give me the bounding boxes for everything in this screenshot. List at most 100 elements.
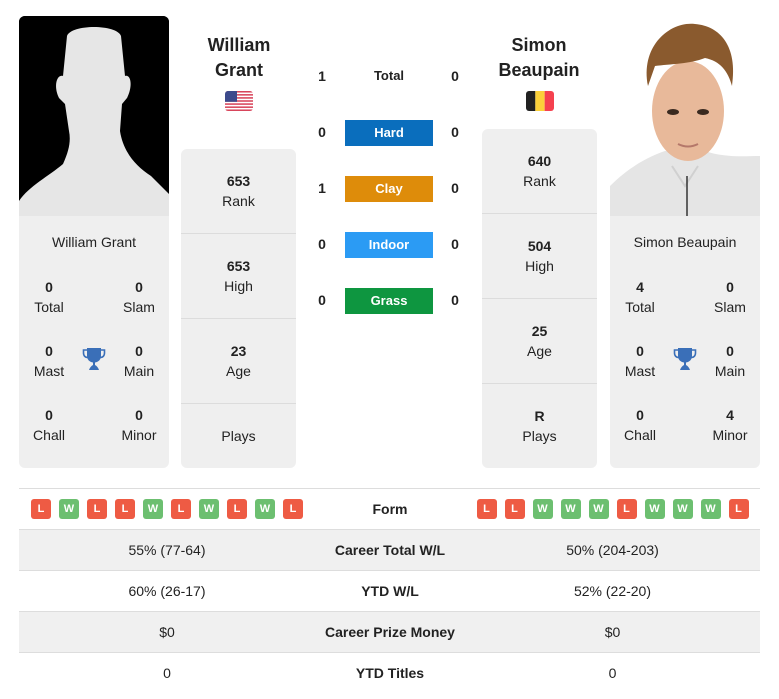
form-win-badge[interactable]: W [560,499,581,519]
titles-mast: 0 Mast [610,341,670,381]
h2h-grass-right: 0 [451,292,459,308]
player-left-stats-card: 653 Rank 653 High 23 Age Plays [181,149,296,468]
stat-age: 25 Age [482,299,597,384]
player-right-summary-card: Simon Beaupain 4 Total 0 Slam 0 Mast 0 M… [610,216,760,468]
player-left-name[interactable]: William Grant [19,234,169,250]
ytd-wl-left: 60% (26-17) [128,583,206,599]
table-row: 0 YTD Titles 0 [19,652,760,693]
player-left-last-name: Grant [214,60,263,80]
us-flag-icon [225,91,253,111]
titles-total: 4 Total [610,277,670,317]
h2h-hard-left: 0 [318,124,326,140]
form-win-badge[interactable]: W [143,499,163,519]
form-win-badge[interactable]: W [59,499,79,519]
stat-plays: Plays [181,404,296,468]
stat-age-value: 23 [230,343,247,359]
titles-minor-value: 4 [726,407,734,423]
h2h-total-right: 0 [451,68,459,84]
titles-minor: 4 Minor [700,405,760,445]
h2h-indoor-left: 0 [318,236,326,252]
titles-chall-label: Chall [624,427,656,443]
player-right-name[interactable]: Simon Beaupain [610,234,760,250]
titles-main-value: 0 [726,343,734,359]
surface-hard-badge[interactable]: Hard [345,120,433,146]
player-left-summary-card: William Grant 0 Total 0 Slam 0 Mast 0 Ma… [19,216,169,468]
stat-plays: R Plays [482,384,597,468]
form-loss-badge[interactable]: L [227,499,247,519]
stat-high-value: 504 [527,238,552,254]
stat-high: 653 High [181,234,296,319]
ytd-titles-left: 0 [163,665,171,681]
titles-total-label: Total [625,299,655,315]
form-loss-badge[interactable]: L [504,499,525,519]
titles-main-label: Main [714,363,746,379]
titles-mast-label: Mast [33,363,65,379]
career-wl-left: 55% (77-64) [128,542,206,558]
career-wl-label: Career Total W/L [334,542,446,558]
titles-mast-value: 0 [636,343,644,359]
silhouette-icon [19,16,169,216]
form-loss-badge[interactable]: L [171,499,191,519]
player-left-heading[interactable]: William Grant [174,33,304,83]
titles-total: 0 Total [19,277,79,317]
comparison-table: LWLLWLWLWL Form LLWWWLWWWL 55% (77-64) C… [19,488,760,693]
form-loss-badge[interactable]: L [476,499,497,519]
titles-main-label: Main [123,363,155,379]
surface-grass-badge[interactable]: Grass [345,288,433,314]
titles-chall: 0 Chall [19,405,79,445]
titles-slam-value: 0 [135,279,143,295]
form-right: LLWWWLWWWL [465,499,760,519]
h2h-hard-row: 0 Hard 0 [310,120,470,146]
h2h-clay-right: 0 [451,180,459,196]
titles-chall-label: Chall [33,427,65,443]
ytd-titles-label: YTD Titles [355,665,425,681]
form-win-badge[interactable]: W [255,499,275,519]
form-loss-badge[interactable]: L [616,499,637,519]
form-win-badge[interactable]: W [199,499,219,519]
h2h-total-label: Total [373,68,405,83]
player-right-heading[interactable]: Simon Beaupain [474,33,604,83]
titles-slam: 0 Slam [700,277,760,317]
h2h-hard-right: 0 [451,124,459,140]
titles-main-value: 0 [135,343,143,359]
titles-mast: 0 Mast [19,341,79,381]
titles-minor-label: Minor [712,427,748,443]
titles-slam-value: 0 [726,279,734,295]
stat-high: 504 High [482,214,597,299]
form-loss-badge[interactable]: L [728,499,749,519]
stat-plays-label: Plays [522,428,557,444]
player-right-last-name: Beaupain [498,60,580,80]
prize-money-label: Career Prize Money [325,624,455,640]
stat-age-label: Age [226,363,251,379]
form-win-badge[interactable]: W [644,499,665,519]
belgium-flag-icon [526,91,554,111]
stat-age: 23 Age [181,319,296,404]
form-loss-badge[interactable]: L [87,499,107,519]
form-left: LWLLWLWLWL [19,499,315,519]
form-loss-badge[interactable]: L [31,499,51,519]
titles-main: 0 Main [109,341,169,381]
form-win-badge[interactable]: W [588,499,609,519]
player-right-photo [610,16,760,216]
titles-minor-value: 0 [135,407,143,423]
stat-high-label: High [224,278,253,294]
stat-high-value: 653 [226,258,251,274]
titles-mast-label: Mast [624,363,656,379]
surface-indoor-badge[interactable]: Indoor [345,232,433,258]
surface-clay-badge[interactable]: Clay [345,176,433,202]
form-win-badge[interactable]: W [700,499,721,519]
form-win-badge[interactable]: W [672,499,693,519]
form-row: LWLLWLWLWL Form LLWWWLWWWL [19,488,760,529]
h2h-grass-row: 0 Grass 0 [310,288,470,314]
player-right-stats-card: 640 Rank 504 High 25 Age R Plays [482,129,597,468]
trophy-icon [82,348,106,370]
player-left-first-name: William [207,35,271,55]
titles-chall-value: 0 [45,407,53,423]
titles-slam-label: Slam [714,299,746,315]
table-row: 55% (77-64) Career Total W/L 50% (204-20… [19,529,760,570]
titles-slam-label: Slam [123,299,155,315]
form-win-badge[interactable]: W [532,499,553,519]
career-wl-right: 50% (204-203) [566,542,659,558]
form-loss-badge[interactable]: L [283,499,303,519]
form-loss-badge[interactable]: L [115,499,135,519]
